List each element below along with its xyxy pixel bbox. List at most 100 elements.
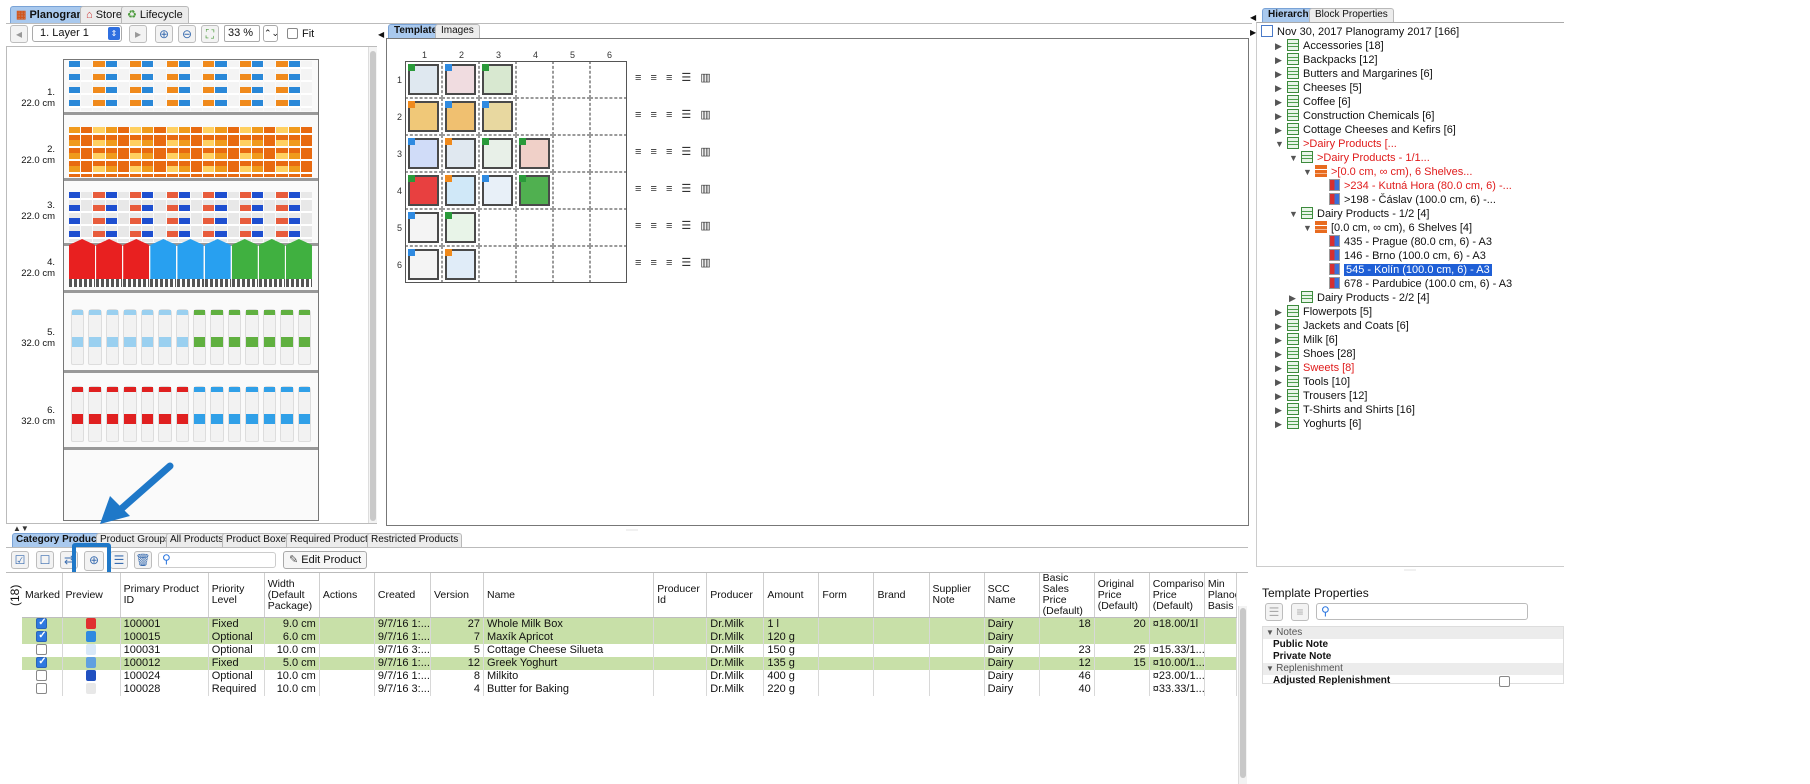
edit-product-button[interactable]: ✎ Edit Product [283,551,368,569]
shelf-products[interactable] [69,382,313,446]
product-thumbnail[interactable] [482,64,513,95]
template-cell[interactable] [516,135,553,172]
adjusted-replenishment-label[interactable]: Adjusted Replenishment [1273,675,1390,686]
alignment-icons[interactable]: ≡ ≡ ≡ ☰ ▥ [635,219,714,232]
column-header[interactable]: Primary Product ID [120,573,209,618]
product-thumbnail[interactable] [445,64,476,95]
marked-checkbox[interactable] [36,618,48,629]
tab-required-products[interactable]: Required Products [286,533,377,547]
zoom-stepper[interactable]: ⌃⌄ [263,25,279,42]
product-thumbnail[interactable] [445,101,476,132]
properties-filter-icon[interactable]: ☰ [1265,603,1283,621]
template-cell[interactable] [553,61,590,98]
product-thumbnail[interactable] [519,138,550,169]
template-cell[interactable] [516,209,553,246]
product-thumbnail[interactable] [408,138,439,169]
marked-cell[interactable] [22,617,63,631]
tab-all-products[interactable]: All Products [166,533,228,547]
private-note-label[interactable]: Private Note [1273,651,1331,662]
column-header[interactable]: Min Planogram Basis [1204,573,1238,618]
template-cell[interactable] [479,98,516,135]
template-cell[interactable] [405,209,442,246]
template-cell[interactable] [405,246,442,283]
product-thumbnail[interactable] [445,249,476,280]
column-header[interactable]: Created [374,573,431,618]
template-cell[interactable] [553,246,590,283]
template-cell[interactable] [442,135,479,172]
tab-lifecycle[interactable]: ♻ Lifecycle [121,6,189,24]
shelf-products[interactable] [69,127,313,177]
redo-icon[interactable]: ▸ [129,25,147,43]
column-header[interactable]: Amount [763,573,820,618]
template-cell[interactable] [590,61,627,98]
marked-cell[interactable] [22,644,63,657]
template-cell[interactable] [479,209,516,246]
template-cell[interactable] [590,209,627,246]
column-header[interactable]: Producer Id [653,573,708,618]
group-notes[interactable]: ▼ Notes [1263,627,1563,639]
shelf-products[interactable] [69,61,313,111]
column-header[interactable]: Supplier Note [929,573,985,618]
table-row[interactable]: 100024 Optional 10.0 cm 9/7/16 1:... 8 Milkit… [22,670,1238,683]
marked-cell[interactable] [22,670,63,683]
template-cell[interactable] [442,172,479,209]
product-thumbnail[interactable] [408,64,439,95]
marked-cell[interactable] [22,683,63,696]
template-cell[interactable] [590,172,627,209]
column-header[interactable]: Actions [319,573,375,618]
template-cell[interactable] [442,246,479,283]
template-cell[interactable] [405,135,442,172]
product-thumbnail[interactable] [408,101,439,132]
template-cell[interactable] [553,135,590,172]
template-cell[interactable] [553,209,590,246]
product-thumbnail[interactable] [445,212,476,243]
column-header[interactable]: Marked [22,573,63,618]
template-cell[interactable] [590,246,627,283]
shelf-products[interactable] [69,239,313,289]
marked-checkbox[interactable] [36,644,48,655]
product-thumbnail[interactable] [408,249,439,280]
tab-images[interactable]: Images [435,24,480,38]
zoom-out-icon[interactable]: ⊖ [178,25,196,43]
adjusted-replenishment-checkbox[interactable] [1499,676,1510,688]
column-header[interactable]: Comparison Price (Default) [1149,573,1205,618]
product-search-input[interactable]: ⚲ [158,552,276,568]
column-header[interactable]: Brand [873,573,930,618]
deselect-icon[interactable]: ☐ [36,551,54,569]
tab-product-boxes[interactable]: Product Boxes [222,533,296,547]
group-replenishment[interactable]: ▼ Replenishment [1263,663,1563,675]
column-header[interactable]: Version [430,573,485,618]
product-thumbnail[interactable] [408,175,439,206]
column-header[interactable]: Priority Level [208,573,265,618]
fit-checkbox[interactable] [287,28,298,40]
alignment-icons[interactable]: ≡ ≡ ≡ ☰ ▥ [635,71,714,84]
shelf-products[interactable] [69,305,313,369]
marked-cell[interactable] [22,657,63,670]
tab-restricted-products[interactable]: Restricted Products [367,533,463,547]
select-all-icon[interactable]: ☑ [11,551,29,569]
marked-checkbox[interactable] [36,631,48,642]
template-cell[interactable] [442,61,479,98]
template-cell[interactable] [442,98,479,135]
alignment-icons[interactable]: ≡ ≡ ≡ ☰ ▥ [635,256,714,269]
expand-toggle-icon[interactable]: ▼ [1289,150,1301,166]
public-note-label[interactable]: Public Note [1273,639,1328,650]
template-cell[interactable] [553,172,590,209]
alignment-icons[interactable]: ≡ ≡ ≡ ☰ ▥ [635,182,714,195]
table-row[interactable]: 100001Fixed9.0 cm 9/7/16 1:...27Whole Mil… [22,617,1238,631]
template-cell[interactable] [405,98,442,135]
list-icon[interactable]: ☰ [110,551,128,569]
properties-sort-icon[interactable]: ≡ [1291,603,1309,621]
template-cell[interactable] [479,61,516,98]
expand-toggle-icon[interactable]: ▼ [1289,206,1301,222]
product-thumbnail[interactable] [482,175,513,206]
column-header[interactable]: Name [483,573,655,618]
template-cell[interactable] [590,98,627,135]
layer-select[interactable]: 1. Layer 1 ⇕ [32,25,122,42]
marked-checkbox[interactable] [36,683,48,694]
column-header[interactable]: Form [818,573,875,618]
collapse-left-icon[interactable]: ◀ [378,30,384,39]
column-header[interactable]: Basic Sales Price (Default) [1039,573,1095,618]
collapse-arrows[interactable]: ▲▼ [13,524,29,533]
collapse-right-icon[interactable]: ◀ [1250,13,1256,22]
